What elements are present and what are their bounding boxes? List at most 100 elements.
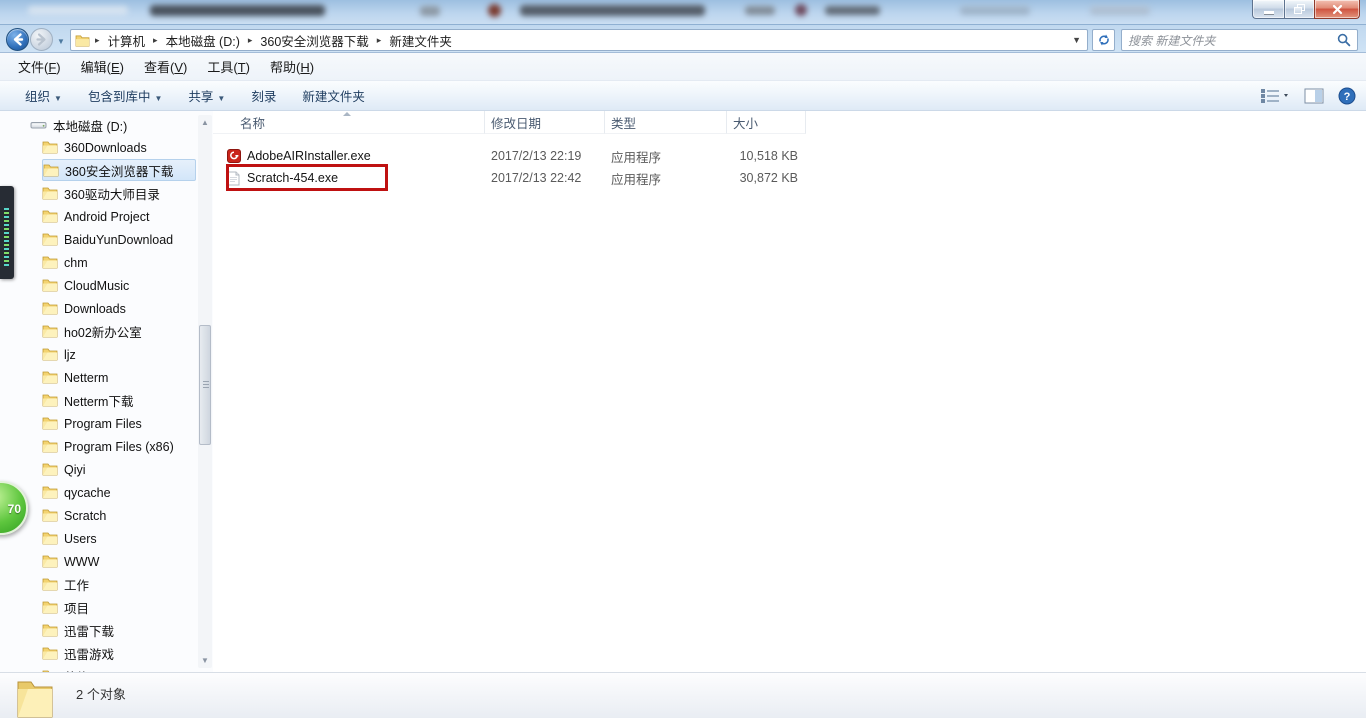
chevron-down-icon: ▼ [154,94,162,103]
sidebar-item[interactable]: qycache [42,481,111,503]
file-cell-text: 2017/2/13 22:19 [491,149,581,163]
sidebar-item-label: Netterm下载 [64,390,133,410]
sidebar-scrollbar[interactable]: ▲ ▼ [198,115,212,668]
file-cell-text: 应用程序 [611,169,661,188]
folder-icon [42,278,58,292]
folder-large-icon [14,676,56,718]
sidebar-item-label: 本地磁盘 (D:) [53,115,127,135]
column-header[interactable]: 类型 [605,111,727,134]
titlebar-blur-artifact [960,6,1030,15]
sidebar-item[interactable]: 项目 [42,596,89,618]
disk-icon [30,118,47,132]
sidebar-item[interactable]: ho02新办公室 [42,320,142,342]
sidebar-item-label: 迅雷下载 [64,620,114,640]
sidebar-item[interactable]: 迅雷下载 [42,619,114,641]
sidebar-item[interactable]: Android Project [42,205,149,227]
sidebar-item[interactable]: 360Downloads [42,136,147,158]
sidebar-item[interactable]: BaiduYunDownload [42,228,173,250]
folder-icon [42,508,58,522]
scroll-down-icon[interactable]: ▼ [198,653,212,668]
menu-item[interactable]: 帮助(H) [260,53,324,80]
sidebar-item[interactable]: Netterm [42,366,108,388]
folder-icon [42,255,58,269]
help-icon[interactable]: ? [1338,87,1356,105]
scroll-up-icon[interactable]: ▲ [198,115,212,130]
breadcrumb-item[interactable]: 新建文件夹 [384,31,457,50]
sidebar-item[interactable]: WWW [42,550,99,572]
sidebar-item[interactable]: 360安全浏览器下载 [42,159,196,181]
toolbar-button[interactable]: 新建文件夹 [289,81,378,110]
docked-widget-bar[interactable] [0,186,14,279]
sidebar-item[interactable]: Netterm下载 [42,389,133,411]
breadcrumb-item[interactable]: 计算机 [103,31,151,50]
folder-icon [42,646,58,660]
menu-item[interactable]: 编辑(E) [71,53,134,80]
sidebar-item[interactable]: Downloads [42,297,126,319]
refresh-icon [1097,33,1111,47]
annotation-box [226,164,388,191]
toolbar-button[interactable]: 组织▼ [12,81,75,110]
column-header[interactable]: 名称 [213,111,485,134]
sidebar-item-label: Program Files (x86) [64,439,174,454]
titlebar-blur-artifact [150,5,325,16]
back-button[interactable] [6,28,29,51]
sidebar-item-label: CloudMusic [64,278,129,293]
sidebar-item[interactable]: CloudMusic [42,274,129,296]
breadcrumb-separator-icon: ▸ [374,35,385,46]
folder-icon [42,485,58,499]
sidebar-item[interactable]: 迅雷游戏 [42,642,114,664]
close-button[interactable] [1314,0,1360,19]
folder-icon [42,439,58,453]
sidebar-item[interactable]: 装修 [42,665,89,672]
menu-bar: 文件(F)编辑(E)查看(V)工具(T)帮助(H) [0,53,1366,81]
sidebar-item-label: chm [64,255,88,270]
scrollbar-thumb[interactable] [199,325,211,445]
address-dropdown-chevron-icon[interactable]: ▼ [1072,35,1083,45]
search-box[interactable]: 搜索 新建文件夹 [1121,29,1358,51]
views-icon[interactable] [1260,88,1290,104]
column-header[interactable]: 大小 [727,111,806,134]
sidebar-item[interactable]: 本地磁盘 (D:) [30,114,127,136]
sidebar-item[interactable]: Program Files (x86) [42,435,174,457]
close-icon [1332,4,1343,15]
forward-button[interactable] [30,28,53,51]
sidebar-item[interactable]: ljz [42,343,76,365]
sidebar-item[interactable]: Users [42,527,97,549]
address-bar[interactable]: ▸计算机▸本地磁盘 (D:)▸360安全浏览器下载▸新建文件夹 ▼ [70,29,1088,51]
toolbar-button[interactable]: 包含到库中▼ [75,81,175,110]
navigation-pane: ▲ ▼ 本地磁盘 (D:)360Downloads360安全浏览器下载360驱动… [0,111,213,672]
menu-item[interactable]: 查看(V) [134,53,197,80]
column-header[interactable]: 修改日期 [485,111,605,134]
sidebar-item[interactable]: chm [42,251,88,273]
nav-history-chevron-icon[interactable]: ▼ [57,37,65,46]
breadcrumb-item[interactable]: 本地磁盘 (D:) [161,31,245,50]
search-icon [1337,33,1351,47]
dock-stripes-icon [4,208,9,266]
folder-icon [42,209,58,223]
minimize-button[interactable] [1252,0,1284,19]
item-count-label: 2 个对象 [76,684,126,703]
folder-icon [42,577,58,591]
sidebar-item-label: Program Files [64,416,142,431]
refresh-button[interactable] [1092,29,1115,51]
sidebar-item[interactable]: 工作 [42,573,89,595]
restore-icon [1294,4,1305,14]
sidebar-item[interactable]: Qiyi [42,458,86,480]
sidebar-item-label: Netterm [64,370,108,385]
sidebar-item-label: WWW [64,554,99,569]
window-controls [1252,0,1360,19]
toolbar-button[interactable]: 刻录 [238,81,289,110]
titlebar-blur-artifact [1090,6,1150,15]
sidebar-item[interactable]: 360驱动大师目录 [42,182,160,204]
sidebar-item[interactable]: Program Files [42,412,142,434]
preview-pane-icon[interactable] [1304,88,1324,104]
sidebar-item[interactable]: Scratch [42,504,106,526]
toolbar-button[interactable]: 共享▼ [175,81,238,110]
menu-item[interactable]: 工具(T) [197,53,260,80]
breadcrumb-item[interactable]: 360安全浏览器下载 [255,31,373,50]
folder-icon [42,232,58,246]
titlebar-blur-artifact [420,6,440,16]
menu-item[interactable]: 文件(F) [8,53,71,80]
restore-button[interactable] [1284,0,1314,19]
sidebar-item-label: 项目 [64,597,89,617]
